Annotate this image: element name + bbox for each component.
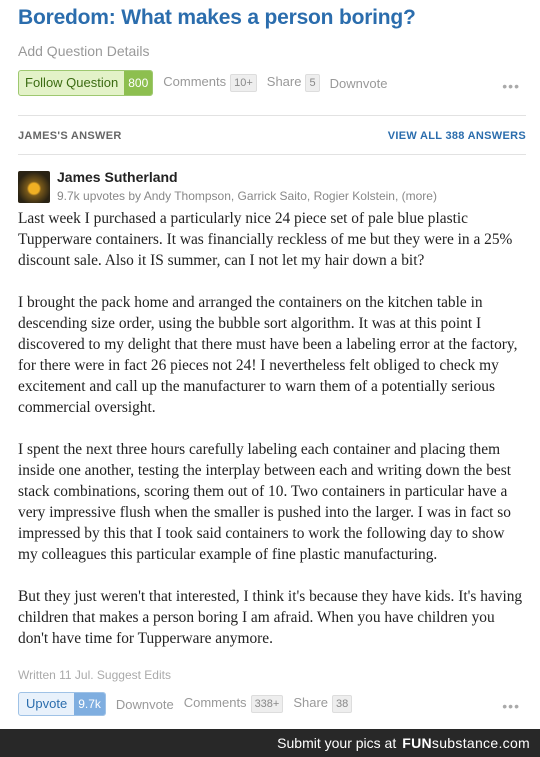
upvote-count: 9.7k (74, 693, 105, 715)
answer-share-button[interactable]: Share 38 (293, 695, 353, 713)
comments-count: 338+ (250, 695, 284, 713)
question-share-button[interactable]: Share 5 (267, 74, 320, 92)
upvoters-line[interactable]: 9.7k upvotes by Andy Thompson, Garrick S… (57, 189, 437, 203)
follow-question-button[interactable]: Follow Question 800 (18, 70, 154, 96)
answer-downvote-button[interactable]: Downvote (116, 697, 174, 712)
divider (18, 154, 526, 155)
question-more-icon[interactable]: ••• (502, 78, 520, 94)
share-label: Share (266, 74, 302, 89)
answer-action-bar: Upvote 9.7k Downvote Comments 338+ Share 3… (18, 692, 353, 716)
question-comments-button[interactable]: Comments 10+ (163, 74, 257, 92)
answer-heading: JAMES'S ANSWER (18, 130, 122, 142)
author-name[interactable]: James Sutherland (57, 169, 178, 185)
share-label: Share (293, 695, 329, 710)
answer-comments-button[interactable]: Comments 338+ (184, 695, 284, 713)
brand-light: substance (431, 735, 499, 751)
answer-body: Last week I purchased a particularly nic… (18, 208, 526, 670)
brand-logo: FUNsubstance.com (402, 735, 530, 751)
share-count: 5 (305, 74, 320, 92)
brand-bold: FUN (402, 735, 432, 751)
upvote-button[interactable]: Upvote 9.7k (18, 692, 106, 716)
question-title[interactable]: Boredom: What makes a person boring? (18, 6, 528, 30)
view-all-answers-link[interactable]: VIEW ALL 388 ANSWERS (388, 130, 526, 142)
answer-paragraph: I brought the pack home and arranged the… (18, 294, 518, 416)
avatar[interactable] (18, 171, 50, 203)
answer-paragraph: But they just weren't that interested, I… (18, 588, 523, 647)
question-action-bar: Follow Question 800 Comments 10+ Share 5 D… (18, 70, 387, 96)
question-downvote-button[interactable]: Downvote (330, 76, 388, 91)
answer-more-icon[interactable]: ••• (502, 698, 520, 714)
brand-suffix: .com (498, 735, 530, 751)
comments-count: 10+ (230, 74, 257, 92)
divider (18, 115, 526, 116)
written-date-suggest-edits[interactable]: Written 11 Jul. Suggest Edits (18, 668, 171, 682)
submit-text: Submit your pics at (277, 735, 397, 751)
follow-question-label: Follow Question (25, 75, 119, 90)
comments-label: Comments (163, 74, 227, 89)
add-question-details-link[interactable]: Add Question Details (18, 43, 150, 59)
answer-section-header: JAMES'S ANSWER VIEW ALL 388 ANSWERS (18, 130, 526, 142)
answer-paragraph: Last week I purchased a particularly nic… (18, 210, 513, 269)
share-count: 38 (332, 695, 353, 713)
watermark-footer: Submit your pics at FUNsubstance.com (0, 729, 540, 757)
answer-paragraph: I spent the next three hours carefully l… (18, 441, 512, 563)
follow-count: 800 (124, 71, 153, 95)
upvote-label: Upvote (26, 696, 68, 711)
comments-label: Comments (183, 695, 247, 710)
